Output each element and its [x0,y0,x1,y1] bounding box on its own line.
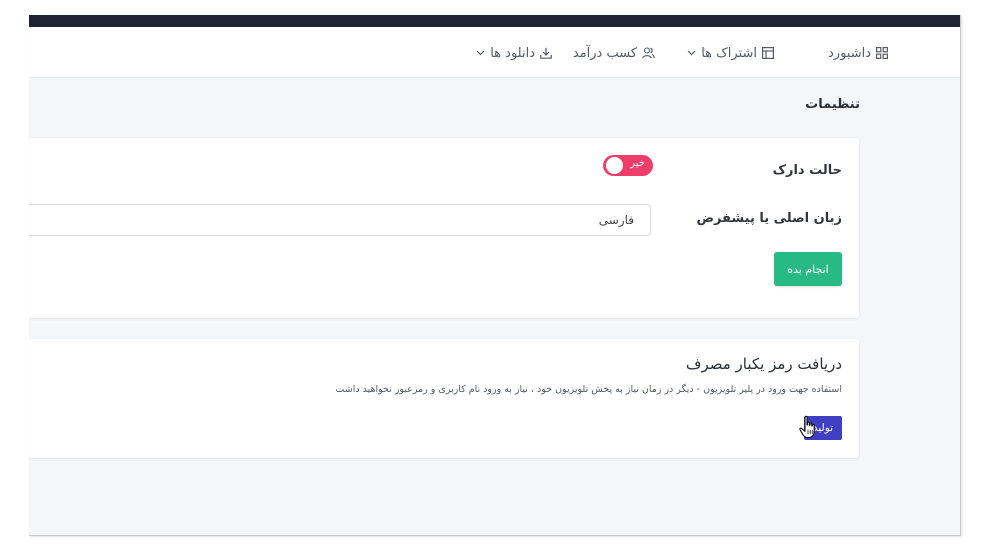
top-bar [29,15,960,27]
nav-earnings[interactable]: کسب درآمد [568,44,655,62]
nav-downloads[interactable]: دانلود ها [476,44,552,62]
submit-button[interactable]: انجام بده [774,252,842,286]
otp-description: استفاده جهت ورود در پلیر تلویزیون - دیگر… [335,384,842,395]
nav-subscriptions-label: اشتراک ها [701,45,757,61]
dark-mode-state: خیر [630,158,645,169]
table-icon [762,47,774,59]
chevron-down-icon [476,50,485,56]
page-title: تنظیمات [805,97,860,112]
top-navigation: داشبورد اشتراک ها کسب درآمد دانلود ها [29,27,960,78]
language-label: زبان اصلی یا پیشفرض [696,211,842,226]
nav-dashboard-label: داشبورد [828,45,871,61]
app-window: داشبورد اشتراک ها کسب درآمد دانلود ها تن… [29,15,961,536]
hand-cursor-icon [799,415,815,439]
chevron-down-icon [687,50,696,56]
otp-card: دریافت رمز یکبار مصرف استفاده جهت ورود د… [29,339,859,458]
dark-mode-toggle[interactable]: خیر [603,155,653,176]
settings-card: حالت دارک خیر زبان اصلی یا پیشفرض انجام … [29,138,859,318]
toggle-knob [606,157,623,174]
users-icon [642,47,655,59]
language-input[interactable] [29,204,651,236]
nav-downloads-label: دانلود ها [490,45,535,61]
nav-subscriptions[interactable]: اشتراک ها [687,44,774,62]
download-icon [540,47,552,59]
grid-icon [876,47,888,59]
dark-mode-label: حالت دارک [772,163,842,178]
otp-title: دریافت رمز یکبار مصرف [685,355,842,373]
nav-earnings-label: کسب درآمد [572,45,637,61]
nav-dashboard[interactable]: داشبورد [823,44,888,62]
